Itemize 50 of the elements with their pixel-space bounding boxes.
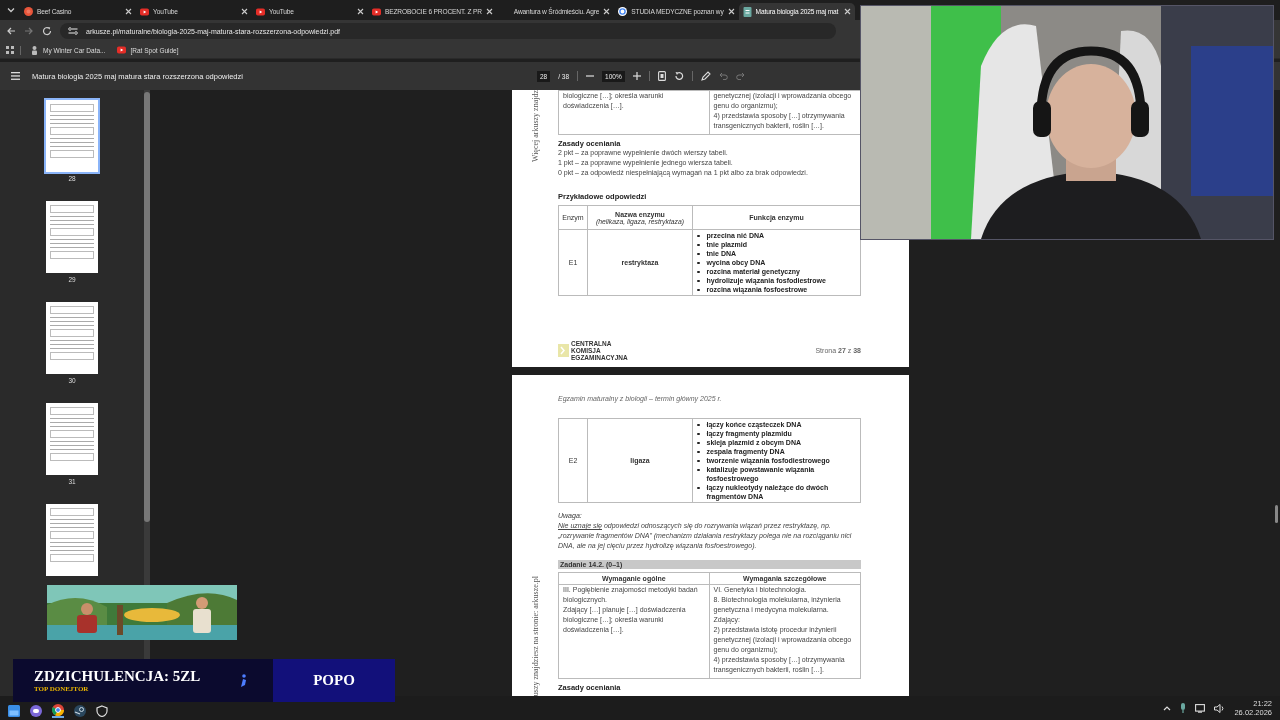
display-icon[interactable] [1195,703,1206,713]
document-icon [742,6,752,17]
apps-icon[interactable] [6,46,14,54]
margin-text: Więcej arkuszy znajdz [530,90,540,163]
close-icon[interactable] [603,8,611,15]
chat-app-icon[interactable] [30,704,42,717]
figure-icon [239,673,247,688]
chevron-up-icon[interactable] [1163,705,1172,711]
scrollbar-thumb[interactable] [144,92,150,522]
menu-icon[interactable] [11,72,20,80]
undo-icon[interactable] [718,72,728,80]
page-thumbnail[interactable] [44,401,100,477]
youtube-icon [372,7,381,16]
shield-icon[interactable] [96,704,108,717]
donor-name: POPO [313,672,355,689]
close-icon[interactable] [357,8,364,15]
casino-logo-icon [24,7,33,16]
rotate-icon[interactable] [673,71,684,81]
microphone-icon[interactable] [1180,703,1187,713]
close-icon[interactable] [727,8,735,15]
figure-icon [30,45,39,55]
site-info-icon [68,27,78,35]
youtube-icon [140,7,149,16]
close-icon[interactable] [125,8,132,15]
google-icon [618,7,628,16]
page-thumbnail[interactable] [44,300,100,376]
youtube-icon [117,46,127,54]
close-icon[interactable] [241,8,248,15]
youtube-icon [256,7,265,16]
speaker-icon[interactable] [1214,703,1226,713]
margin-text: uszy znajdziesz na stronie: arkusze.pl [530,575,540,696]
scrollbar-thumb[interactable] [1275,505,1278,523]
zoom-out-icon[interactable] [586,72,595,80]
zoom-in-icon[interactable] [632,72,641,80]
windows-icon[interactable] [8,704,20,717]
reload-icon[interactable] [42,26,52,36]
pen-icon[interactable] [700,71,711,81]
redo-icon[interactable] [735,72,745,80]
page-thumbnail[interactable] [44,98,100,174]
close-icon[interactable] [843,8,851,15]
forward-icon[interactable] [24,26,34,36]
back-icon[interactable] [6,26,16,36]
donor-text: ZDZICHULENCJA: 5ZL [34,668,202,685]
square-logo-icon [558,344,569,357]
fit-page-icon[interactable] [657,71,666,81]
steam-icon[interactable] [74,704,86,717]
page-thumbnail[interactable] [44,502,100,578]
close-icon[interactable] [485,8,493,15]
tab-search-icon[interactable] [6,5,16,15]
page-thumbnail[interactable] [44,199,100,275]
